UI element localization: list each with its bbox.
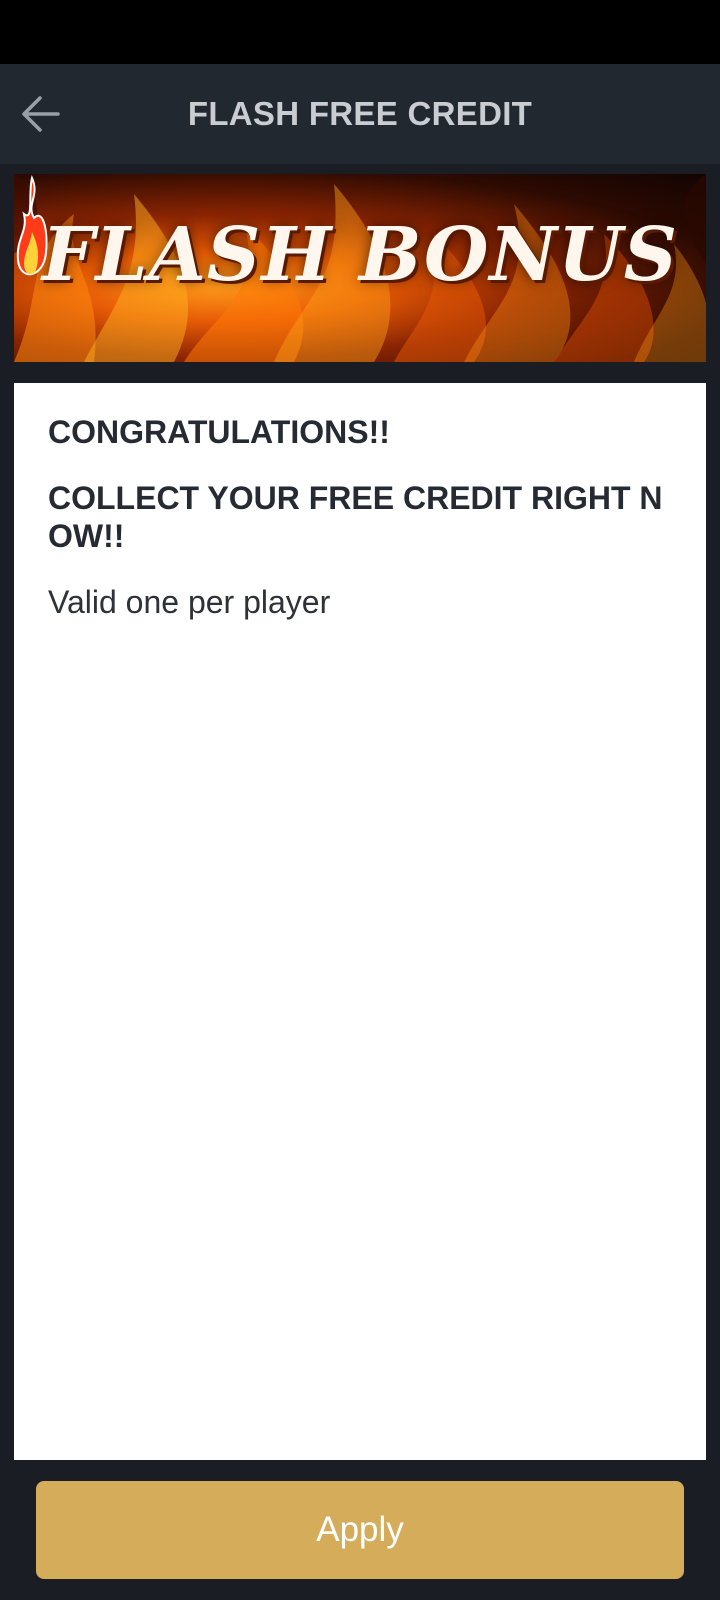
promo-banner: FLASH BONUS (14, 174, 706, 362)
status-bar (0, 0, 720, 64)
validity-text: Valid one per player (48, 584, 331, 620)
banner-text: FLASH BONUS (41, 212, 679, 298)
flame-icon (16, 174, 48, 276)
congratulations-heading: CONGRATULATIONS!! (48, 414, 390, 450)
back-button[interactable] (14, 88, 66, 140)
app-header: FLASH FREE CREDIT (0, 64, 720, 164)
arrow-left-icon (22, 96, 60, 132)
apply-button[interactable]: Apply (36, 1481, 684, 1579)
collect-credit-heading: COLLECT YOUR FREE CREDIT RIGHT NOW!! (48, 480, 663, 554)
content-card: CONGRATULATIONS!! COLLECT YOUR FREE CRED… (14, 383, 706, 1460)
page-title: FLASH FREE CREDIT (187, 95, 533, 132)
